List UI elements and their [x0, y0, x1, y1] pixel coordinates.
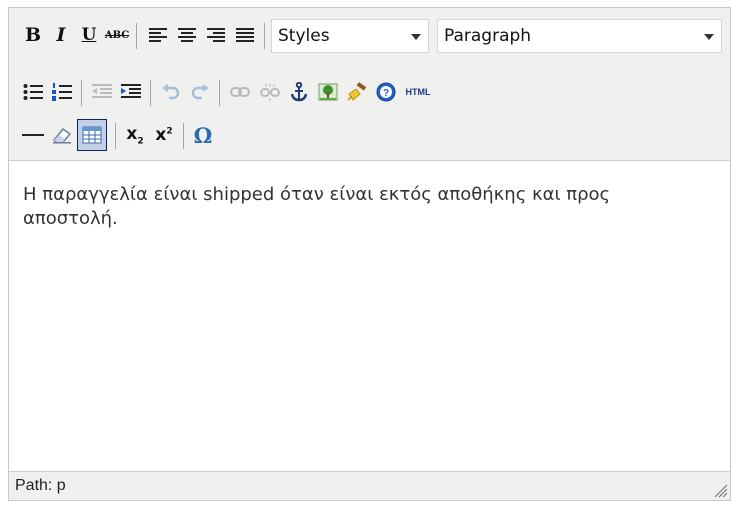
remove-format-button[interactable]	[48, 121, 76, 149]
link-button[interactable]	[226, 78, 254, 106]
bold-label: B	[24, 24, 42, 46]
chevron-down-icon	[411, 34, 421, 40]
eraser-icon	[52, 127, 72, 144]
resize-grip-icon[interactable]	[712, 482, 728, 498]
unlink-button[interactable]	[256, 78, 284, 106]
styles-select-value: Styles	[278, 26, 330, 46]
toolbar-separator	[136, 23, 137, 49]
strikethrough-label: ABC	[104, 29, 130, 41]
indent-icon	[121, 84, 141, 98]
underline-button[interactable]: U	[75, 21, 103, 49]
content-paragraph[interactable]: Η παραγγελία είναι shipped όταν είναι εκ…	[23, 183, 703, 231]
link-icon	[230, 87, 250, 97]
outdent-button[interactable]	[88, 78, 116, 106]
undo-icon	[162, 84, 180, 100]
subscript-icon: x2	[126, 123, 144, 147]
redo-button[interactable]	[186, 78, 214, 106]
outdent-icon	[92, 84, 112, 98]
format-select-value: Paragraph	[444, 26, 532, 46]
horizontal-rule-button[interactable]	[19, 121, 47, 149]
align-left-button[interactable]	[144, 21, 172, 49]
special-character-button[interactable]: Ω	[189, 121, 217, 149]
align-center-icon	[178, 28, 196, 42]
editor-statusbar: Path: p	[9, 471, 730, 500]
undo-button[interactable]	[157, 78, 185, 106]
strikethrough-button[interactable]: ABC	[103, 21, 131, 49]
editor-content-area[interactable]: Η παραγγελία είναι shipped όταν είναι εκ…	[9, 161, 730, 472]
bullet-list-button[interactable]	[19, 78, 47, 106]
help-icon: ?	[376, 82, 396, 102]
numbered-list-icon	[52, 83, 72, 101]
subscript-button[interactable]: x2	[121, 121, 149, 149]
help-button[interactable]: ?	[372, 78, 400, 106]
toolbar-separator	[219, 80, 220, 106]
align-right-button[interactable]	[202, 21, 230, 49]
superscript-icon: x2	[155, 125, 173, 145]
chevron-down-icon	[704, 34, 714, 40]
redo-icon	[191, 84, 209, 100]
superscript-button[interactable]: x2	[150, 121, 178, 149]
editor-toolbar: B I U ABC Styles Paragraph ? HTML x2 x2 …	[9, 8, 730, 161]
cleanup-button[interactable]	[343, 78, 371, 106]
element-path: Path: p	[15, 477, 66, 494]
indent-button[interactable]	[117, 78, 145, 106]
format-select[interactable]: Paragraph	[437, 19, 722, 53]
toolbar-separator	[264, 23, 265, 49]
styles-select[interactable]: Styles	[271, 19, 429, 53]
subscript-label: x	[126, 123, 138, 144]
align-center-button[interactable]	[173, 21, 201, 49]
table-icon	[82, 126, 102, 144]
italic-label: I	[56, 24, 66, 46]
insert-image-button[interactable]	[314, 78, 342, 106]
align-justify-button[interactable]	[231, 21, 259, 49]
bullet-list-icon	[23, 84, 43, 100]
numbered-list-button[interactable]	[48, 78, 76, 106]
omega-icon: Ω	[193, 122, 213, 148]
html-source-button[interactable]: HTML	[401, 78, 435, 106]
toolbar-separator	[115, 123, 116, 149]
rich-text-editor: B I U ABC Styles Paragraph ? HTML x2 x2 …	[8, 7, 731, 501]
align-justify-icon	[236, 28, 254, 42]
italic-button[interactable]: I	[47, 21, 75, 49]
bold-button[interactable]: B	[19, 21, 47, 49]
anchor-icon	[290, 82, 308, 102]
unlink-icon	[260, 83, 280, 101]
toolbar-separator	[183, 123, 184, 149]
horizontal-rule-icon	[22, 134, 44, 136]
superscript-label: x	[155, 125, 167, 145]
image-icon	[318, 83, 338, 101]
brush-icon	[347, 82, 367, 101]
svg-text:?: ?	[383, 88, 389, 99]
align-right-icon	[207, 28, 225, 42]
html-source-label: HTML	[405, 87, 431, 97]
anchor-button[interactable]	[285, 78, 313, 106]
underline-label: U	[81, 25, 97, 45]
align-left-icon	[149, 28, 167, 42]
toolbar-separator	[81, 80, 82, 106]
table-button[interactable]	[77, 119, 107, 151]
toolbar-separator	[150, 80, 151, 106]
